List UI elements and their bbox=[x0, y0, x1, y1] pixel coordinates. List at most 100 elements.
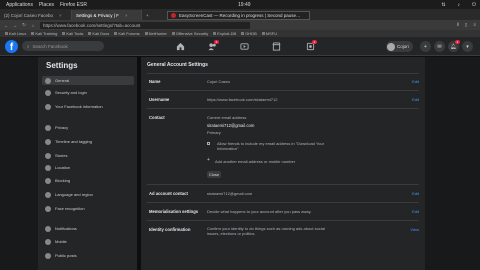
facebook-logo-icon[interactable]: f bbox=[5, 40, 18, 53]
reload-icon[interactable]: ↻ bbox=[21, 22, 27, 28]
messenger-icon[interactable]: ✉ bbox=[434, 41, 445, 52]
edit-memorialisation-button[interactable]: Edit bbox=[412, 209, 419, 214]
close-tab-icon[interactable]: × bbox=[59, 13, 62, 18]
username-value: https://www.facebook.com/sirataemi712 bbox=[207, 97, 278, 102]
system-bar: Applications Places Firefox ESR 19:49 ⇅ … bbox=[0, 0, 480, 9]
memorialisation-label: Memorialisation settings bbox=[149, 209, 199, 214]
groups-badge: 2 bbox=[312, 40, 317, 44]
ad-account-label: Ad account contact bbox=[149, 191, 188, 196]
search-icon: ⌕ bbox=[27, 43, 30, 49]
friends-nav-icon[interactable]: 2 bbox=[206, 40, 219, 52]
sidebar-item-security[interactable]: Security and login bbox=[42, 88, 134, 97]
ad-account-value: sirataemi712@gmail.com bbox=[207, 191, 253, 196]
location-icon bbox=[45, 164, 51, 171]
back-icon[interactable]: ← bbox=[3, 23, 9, 28]
groups-nav-icon[interactable]: 2 bbox=[304, 40, 317, 52]
bookmark-icon bbox=[5, 32, 8, 35]
home-icon[interactable]: ⌂ bbox=[30, 23, 36, 28]
bookmark-icon bbox=[213, 32, 217, 35]
sidebar-item-timeline[interactable]: Timeline and tagging bbox=[42, 137, 134, 146]
language-icon bbox=[45, 191, 51, 198]
create-icon[interactable]: + bbox=[420, 41, 431, 52]
network-icon[interactable]: ⇅ bbox=[441, 2, 445, 8]
sidebar-item-your-info[interactable]: Your Facebook information bbox=[42, 102, 134, 111]
contact-current-label: Current email address bbox=[207, 115, 247, 120]
sidebar-item-stories[interactable]: Stories bbox=[42, 151, 134, 160]
sidebar-item-privacy[interactable]: Privacy bbox=[42, 123, 134, 132]
bookmark-item[interactable]: Kali Tools bbox=[62, 31, 83, 36]
volume-icon[interactable]: ♪ bbox=[458, 2, 461, 8]
search-input[interactable]: ⌕ Search Facebook bbox=[22, 41, 104, 51]
view-identity-button[interactable]: View bbox=[410, 227, 419, 232]
applications-menu[interactable]: Applications bbox=[6, 2, 33, 8]
edit-ad-account-button[interactable]: Edit bbox=[412, 191, 419, 196]
memorialisation-value: Decide what happens to your account afte… bbox=[207, 209, 312, 214]
close-tab-icon[interactable]: × bbox=[125, 13, 128, 18]
sidebar-item-mobile[interactable]: Mobile bbox=[42, 237, 134, 246]
bookmark-icon bbox=[261, 32, 265, 35]
url-input[interactable]: https://www.facebook.com/settings/?tab=a… bbox=[40, 21, 250, 29]
new-tab-button[interactable]: + bbox=[142, 10, 153, 20]
facebook-header: f ⌕ Search Facebook 2 2 Cojori + ✉ 🔔︎ 2 ▾ bbox=[0, 37, 480, 56]
sidebar-item-location[interactable]: Location bbox=[42, 163, 134, 172]
sidebar-item-face-recognition[interactable]: Face recognition bbox=[42, 204, 134, 213]
identity-value: Confirm your identity to do things such … bbox=[207, 226, 325, 236]
bookmark-item[interactable]: Offensive Security bbox=[171, 31, 208, 36]
divider bbox=[147, 184, 419, 185]
notifications-icon[interactable]: 🔔︎ 2 bbox=[448, 40, 460, 52]
add-icon[interactable]: + bbox=[207, 157, 210, 163]
page-title: General Account Settings bbox=[147, 62, 208, 68]
sidebar-item-general[interactable]: General bbox=[42, 76, 134, 85]
timeline-icon bbox=[45, 138, 51, 145]
mobile-icon bbox=[45, 238, 51, 245]
edit-username-button[interactable]: Edit bbox=[412, 97, 419, 102]
account-menu-icon[interactable]: ▾ bbox=[462, 41, 473, 52]
contact-email: sirataemi712@gmail.com bbox=[207, 123, 255, 128]
marketplace-nav-icon[interactable] bbox=[270, 41, 282, 52]
name-value: Cojori Caseo bbox=[207, 79, 231, 84]
bookmark-item[interactable]: Kali Linux bbox=[5, 31, 26, 36]
globe-icon bbox=[45, 252, 51, 259]
system-tray: ⇅ ♪ ⏻ bbox=[435, 0, 476, 9]
profile-button[interactable]: Cojori bbox=[386, 41, 413, 52]
bookmark-item[interactable]: Exploit-DB bbox=[213, 31, 236, 36]
settings-sidebar: Settings General Security and login Your… bbox=[38, 57, 137, 270]
sidebar-item-notifications[interactable]: Notifications bbox=[42, 224, 134, 233]
sidebar-item-language[interactable]: Language and region bbox=[42, 190, 134, 199]
places-menu[interactable]: Places bbox=[39, 2, 54, 8]
edit-name-button[interactable]: Edit bbox=[412, 79, 419, 84]
home-nav-icon[interactable] bbox=[174, 41, 186, 52]
sidebar-item-blocking[interactable]: Blocking bbox=[42, 176, 134, 185]
divider bbox=[147, 73, 419, 74]
watch-nav-icon[interactable] bbox=[238, 41, 250, 52]
close-button[interactable]: Close bbox=[207, 171, 221, 178]
facebook-info-icon bbox=[45, 103, 51, 110]
browser-menu[interactable]: Firefox ESR bbox=[60, 2, 87, 8]
bookmark-item[interactable]: Kali Forums bbox=[114, 31, 140, 36]
bookmark-item[interactable]: Kali Docs bbox=[88, 31, 109, 36]
power-icon[interactable]: ⏻ bbox=[472, 2, 476, 8]
bookmark-item[interactable]: MSFU bbox=[261, 31, 277, 36]
library-icon[interactable]: ⫴ bbox=[457, 22, 459, 28]
bookmark-item[interactable]: Kali Training bbox=[31, 31, 57, 36]
sidebar-toggle-icon[interactable]: ▯ bbox=[465, 22, 467, 28]
bookmark-icon bbox=[31, 32, 35, 35]
sidebar-title: Settings bbox=[46, 61, 78, 70]
bookmark-icon bbox=[88, 32, 92, 35]
allow-download-text: Allow friends to include my email addres… bbox=[217, 141, 325, 151]
browser-tab[interactable]: (2) Cojori Caseo Facebo × bbox=[0, 10, 72, 20]
add-contact-link[interactable]: Add another email address or mobile numb… bbox=[215, 159, 295, 164]
divider bbox=[147, 108, 419, 109]
menu-icon[interactable]: ≡ bbox=[473, 22, 476, 28]
allow-download-checkbox[interactable] bbox=[207, 142, 210, 145]
sidebar-item-public-posts[interactable]: Public posts bbox=[42, 251, 134, 260]
bookmark-item[interactable]: NetHunter bbox=[144, 31, 167, 36]
forward-icon[interactable]: → bbox=[12, 23, 18, 28]
bookmark-item[interactable]: GHDB bbox=[241, 31, 257, 36]
bookmark-icon bbox=[114, 32, 118, 35]
bookmark-icon bbox=[144, 32, 148, 35]
clock: 19:49 bbox=[238, 1, 251, 8]
contact-label: Contact bbox=[149, 115, 165, 120]
primary-badge: Primary bbox=[207, 130, 221, 135]
browser-tab-active[interactable]: Settings & Privacy | F × bbox=[72, 10, 142, 20]
